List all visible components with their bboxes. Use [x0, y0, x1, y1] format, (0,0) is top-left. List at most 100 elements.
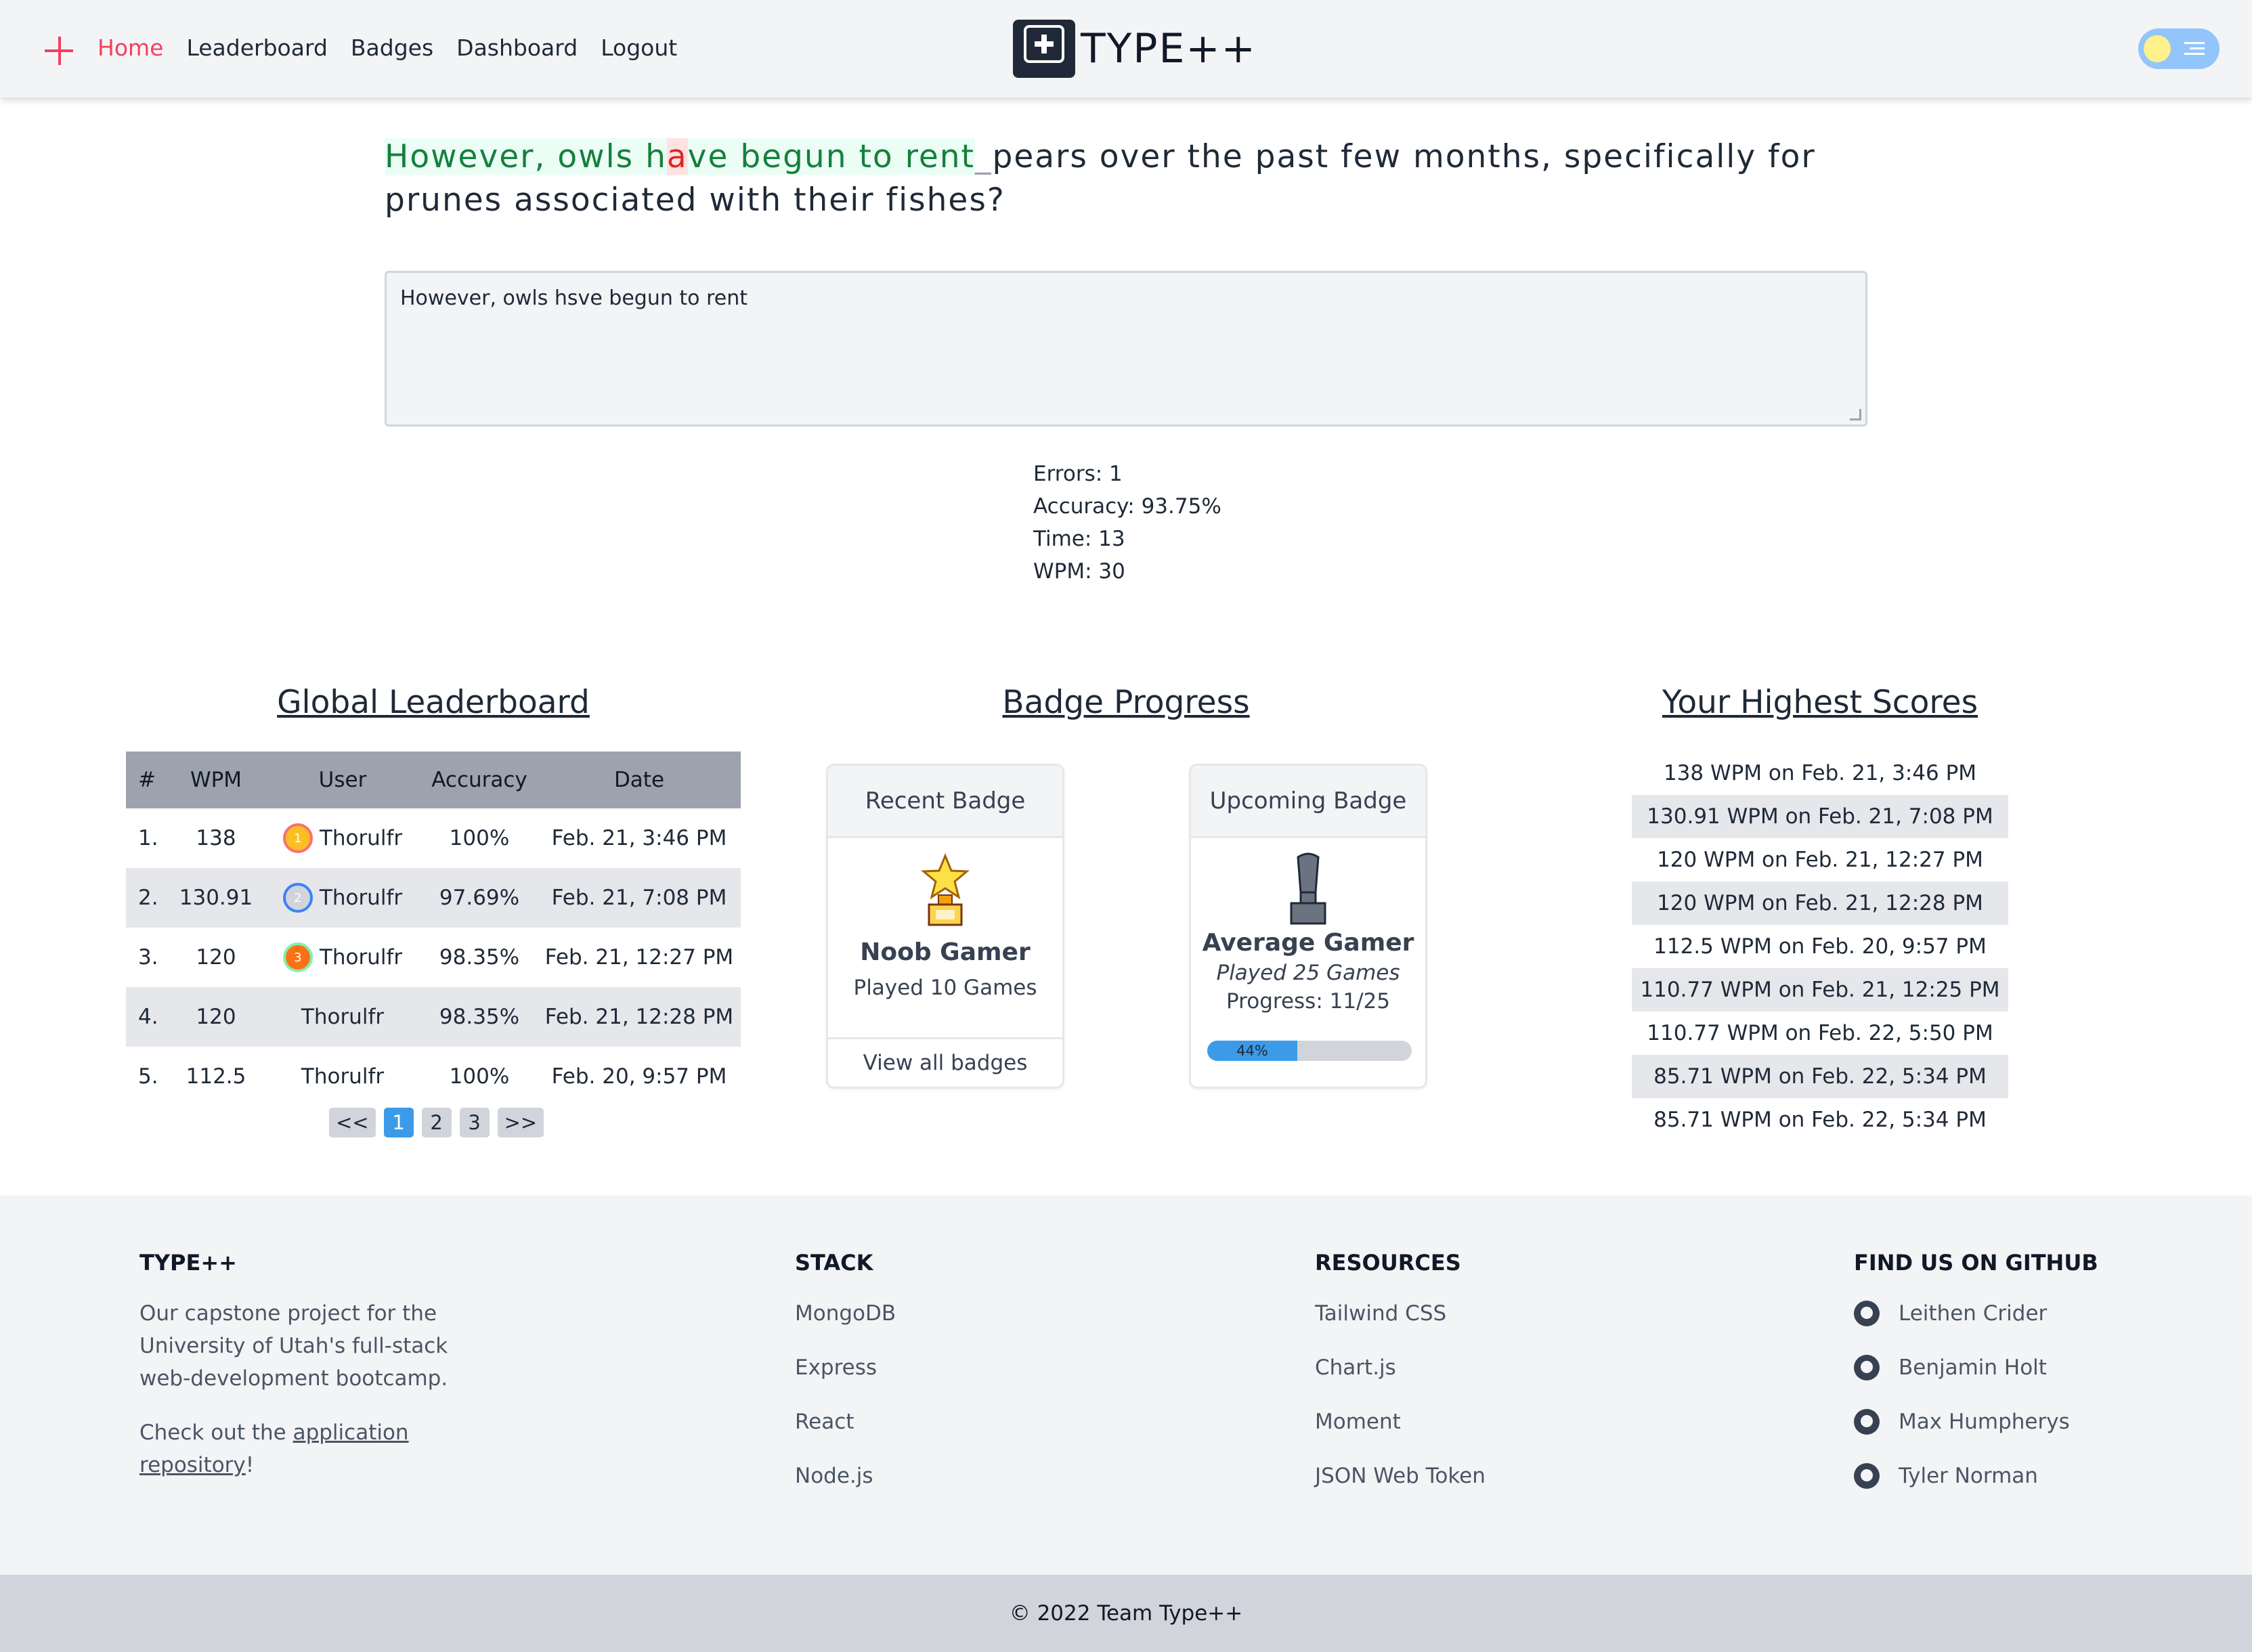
footer-link-jwt[interactable]: JSON Web Token: [1315, 1460, 1486, 1492]
list-item: 120 WPM on Feb. 21, 12:28 PM: [1632, 882, 2008, 925]
upcoming-badge-name: Average Gamer: [1202, 929, 1414, 957]
prompt-error-char: a: [666, 138, 688, 175]
page-2-button[interactable]: 2: [421, 1108, 452, 1137]
prompt-caret: _: [975, 138, 993, 175]
cell-user: 1 Thorulfr: [264, 808, 421, 868]
page-3-button[interactable]: 3: [459, 1108, 490, 1137]
cell-user-name: Thorulfr: [319, 826, 403, 851]
prompt-correct-text: However, owls h: [385, 138, 667, 175]
cell-user-name: Thorulfr: [319, 886, 403, 911]
footer-about-heading: TYPE++: [139, 1250, 237, 1276]
stat-time: Time: 13: [1033, 527, 1125, 551]
table-row: 2. 130.91 2 Thorulfr 97.69% Feb. 21, 7:08…: [126, 868, 741, 928]
resize-handle-icon[interactable]: [1850, 409, 1861, 420]
trophy-silhouette-icon: [1284, 850, 1332, 926]
nav-home-link[interactable]: Home: [98, 31, 163, 65]
footer-github: FIND US ON GITHUB Leithen Crider Benjami…: [1854, 1250, 2098, 1514]
table-row: 4. 120 Thorulfr 98.35% Feb. 21, 12:28 PM: [126, 987, 741, 1047]
plus-icon[interactable]: [45, 37, 73, 65]
footer: TYPE++ Our capstone project for the Univ…: [0, 1196, 2252, 1575]
stat-wpm: WPM: 30: [1033, 559, 1125, 584]
gold-medal-icon: 1: [282, 823, 313, 854]
list-item: 120 WPM on Feb. 21, 12:27 PM: [1657, 848, 1983, 872]
recent-badge-name: Noob Gamer: [860, 938, 1031, 966]
nav-badges-link[interactable]: Badges: [351, 31, 433, 65]
github-icon: [1854, 1463, 1880, 1489]
github-link-tyler[interactable]: Tyler Norman: [1854, 1460, 2098, 1492]
prompt-correct-text-2: ve begun to rent: [687, 138, 975, 175]
list-item: 130.91 WPM on Feb. 21, 7:08 PM: [1632, 795, 2008, 838]
cell-accuracy: 98.35%: [439, 945, 520, 970]
footer-link-nodejs[interactable]: Node.js: [795, 1460, 896, 1492]
cell-wpm: 112.5: [186, 1064, 246, 1089]
cell-wpm: 120: [168, 987, 264, 1047]
footer-github-heading: FIND US ON GITHUB: [1854, 1250, 2098, 1276]
footer-link-mongodb[interactable]: MongoDB: [795, 1297, 896, 1330]
cell-wpm: 130.91: [168, 868, 264, 928]
page-last-button[interactable]: >>: [497, 1108, 544, 1137]
col-date: Date: [538, 752, 741, 808]
keyboard-key-logo-icon: [1013, 20, 1075, 78]
cell-user: Thorulfr: [301, 1064, 385, 1089]
footer-link-react[interactable]: React: [795, 1406, 896, 1438]
navbar: Home Leaderboard Badges Dashboard Logout…: [0, 0, 2252, 97]
github-icon: [1854, 1301, 1880, 1326]
footer-link-chartjs[interactable]: Chart.js: [1315, 1351, 1486, 1384]
github-link-benjamin[interactable]: Benjamin Holt: [1854, 1351, 2098, 1384]
badge-progress-fill: 44%: [1207, 1041, 1297, 1061]
nav-logout-link[interactable]: Logout: [601, 31, 677, 65]
footer-stack: STACK MongoDB Express React Node.js: [795, 1250, 896, 1514]
footer-repo-note: Check out the application repository!: [139, 1416, 424, 1481]
github-link-label: Benjamin Holt: [1899, 1355, 2047, 1380]
col-wpm: WPM: [168, 752, 264, 808]
cell-rank: 3.: [138, 945, 158, 970]
github-link-label: Max Humpherys: [1899, 1410, 2070, 1434]
recent-badge-heading: Recent Badge: [828, 766, 1062, 838]
footer-link-moment[interactable]: Moment: [1315, 1406, 1486, 1438]
list-item: 112.5 WPM on Feb. 20, 9:57 PM: [1653, 934, 1987, 959]
sun-icon: [2144, 35, 2171, 62]
cell-date: Feb. 21, 12:27 PM: [544, 945, 734, 970]
col-rank: #: [126, 752, 168, 808]
github-link-label: Leithen Crider: [1899, 1301, 2048, 1326]
col-user: User: [264, 752, 421, 808]
page-1-button[interactable]: 1: [383, 1108, 414, 1137]
leaderboard-title[interactable]: Global Leaderboard: [126, 684, 741, 721]
cell-accuracy: 98.35%: [421, 987, 538, 1047]
cell-date: Feb. 21, 12:28 PM: [538, 987, 741, 1047]
cell-rank: 2.: [126, 868, 168, 928]
brand[interactable]: TYPE++: [1013, 19, 1257, 79]
nav-leaderboard-link[interactable]: Leaderboard: [186, 31, 327, 65]
footer-link-express[interactable]: Express: [795, 1351, 896, 1384]
cell-accuracy: 97.69%: [421, 868, 538, 928]
stat-errors: Errors: 1: [1033, 462, 1123, 486]
github-link-leithen[interactable]: Leithen Crider: [1854, 1297, 2098, 1330]
view-all-badges-link[interactable]: View all badges: [828, 1037, 1062, 1087]
highest-scores-title[interactable]: Your Highest Scores: [1584, 684, 2056, 721]
footer-link-tailwind[interactable]: Tailwind CSS: [1315, 1297, 1486, 1330]
bronze-medal-icon: 3: [282, 942, 313, 973]
upcoming-badge-desc: Played 25 Games: [1216, 961, 1400, 985]
github-link-label: Tyler Norman: [1899, 1464, 2038, 1488]
badge-progress-bar: 44%: [1207, 1041, 1412, 1061]
list-item: 138 WPM on Feb. 21, 3:46 PM: [1663, 761, 1977, 785]
typing-input[interactable]: However, owls hsve begun to rent: [385, 271, 1867, 427]
footer-resources: RESOURCES Tailwind CSS Chart.js Moment J…: [1315, 1250, 1486, 1514]
cell-date: Feb. 20, 9:57 PM: [551, 1064, 727, 1089]
cell-rank: 1.: [138, 826, 158, 850]
leaderboard-header-row: # WPM User Accuracy Date: [126, 752, 741, 808]
list-item: 85.71 WPM on Feb. 22, 5:34 PM: [1653, 1108, 1987, 1132]
footer-repo-prefix: Check out the: [139, 1420, 293, 1445]
table-row: 1. 138 1 Thorulfr 100% Feb. 21, 3:46 PM: [126, 808, 741, 868]
nav-links: Home Leaderboard Badges Dashboard Logout: [98, 31, 677, 65]
cell-rank: 5.: [138, 1064, 158, 1089]
silver-medal-icon: 2: [282, 883, 313, 913]
typing-input-value: However, owls hsve begun to rent: [400, 286, 748, 310]
typing-prompt: However, owls have begun to rent_pears o…: [385, 135, 1834, 222]
page-first-button[interactable]: <<: [329, 1108, 376, 1137]
pagination: << 1 2 3 >>: [329, 1108, 544, 1137]
badge-progress-title[interactable]: Badge Progress: [880, 684, 1372, 721]
nav-dashboard-link[interactable]: Dashboard: [456, 31, 578, 65]
github-link-max[interactable]: Max Humpherys: [1854, 1406, 2098, 1438]
theme-toggle[interactable]: [2138, 28, 2219, 69]
